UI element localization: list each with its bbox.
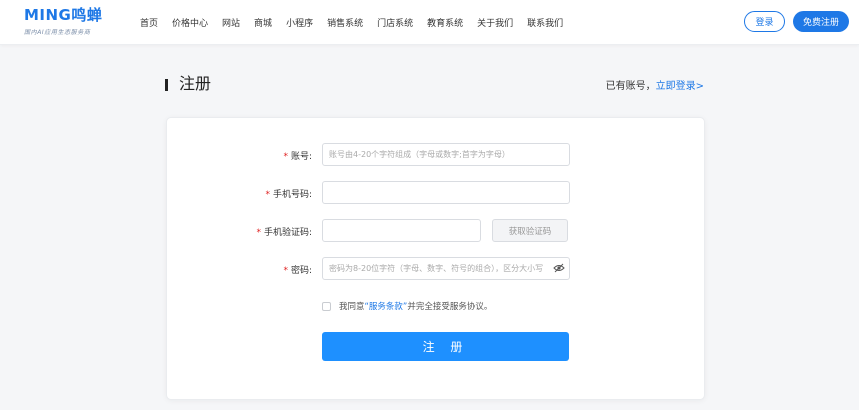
has-account-text: 已有账号，: [605, 81, 656, 92]
agree-prefix: 我同意: [339, 302, 365, 312]
login-hint: 已有账号，立即登录>: [606, 77, 704, 92]
nav-item-education[interactable]: 教育系统: [427, 16, 463, 29]
agree-checkbox[interactable]: [322, 302, 331, 311]
required-mark: *: [283, 266, 288, 276]
nav-item-pricing[interactable]: 价格中心: [172, 16, 208, 29]
logo[interactable]: MING鸣蝉 国内AI应用生态服务商: [24, 6, 114, 40]
required-mark: *: [283, 152, 288, 162]
nav-item-mall[interactable]: 商城: [254, 16, 272, 29]
nav-item-home[interactable]: 首页: [140, 16, 158, 29]
main-nav: 首页 价格中心 网站 商城 小程序 销售系统 门店系统 教育系统 关于我们 联系…: [140, 0, 577, 45]
page-title: 注册: [179, 74, 212, 93]
agree-suffix: 并完全接受服务协议。: [407, 302, 493, 312]
logo-tagline: 国内AI应用生态服务商: [24, 29, 91, 36]
terms-link[interactable]: “服务条款”: [365, 302, 408, 312]
account-label: * 账号:: [230, 149, 312, 162]
nav-item-store[interactable]: 门店系统: [377, 16, 413, 29]
phone-label-text: 手机号码:: [272, 190, 312, 200]
phone-input[interactable]: [322, 181, 570, 204]
logo-text: MING鸣蝉: [24, 6, 103, 24]
header-login-button[interactable]: 登录: [744, 11, 785, 32]
nav-item-website[interactable]: 网站: [222, 16, 240, 29]
submit-register-button[interactable]: 注 册: [322, 332, 569, 361]
nav-item-miniprogram[interactable]: 小程序: [286, 16, 313, 29]
get-code-button[interactable]: 获取验证码: [492, 219, 568, 242]
nav-item-sales[interactable]: 销售系统: [327, 16, 363, 29]
required-mark: *: [265, 190, 270, 200]
code-label: * 手机验证码:: [230, 225, 312, 238]
account-input[interactable]: 账号由4-20个字符组成（字母或数字;首字为字母）: [322, 143, 570, 166]
password-label-text: 密码:: [290, 266, 312, 276]
phone-label: * 手机号码:: [230, 187, 312, 200]
password-input[interactable]: 密码为8-20位字符（字母、数字、符号的组合），区分大小写: [322, 257, 570, 280]
code-input[interactable]: [322, 219, 481, 242]
password-label: * 密码:: [230, 263, 312, 276]
header-register-button[interactable]: 免费注册: [793, 11, 849, 32]
title-accent-bar: [165, 79, 168, 91]
agreement-text: 我同意“服务条款”并完全接受服务协议。: [339, 300, 492, 312]
eye-off-icon[interactable]: [553, 263, 565, 273]
nav-item-contact[interactable]: 联系我们: [527, 16, 563, 29]
required-mark: *: [256, 228, 261, 238]
account-label-text: 账号:: [290, 152, 312, 162]
login-link[interactable]: 立即登录>: [656, 81, 704, 92]
code-label-text: 手机验证码:: [263, 228, 312, 238]
nav-item-about[interactable]: 关于我们: [477, 16, 513, 29]
top-header: MING鸣蝉 国内AI应用生态服务商 首页 价格中心 网站 商城 小程序 销售系…: [0, 0, 859, 45]
